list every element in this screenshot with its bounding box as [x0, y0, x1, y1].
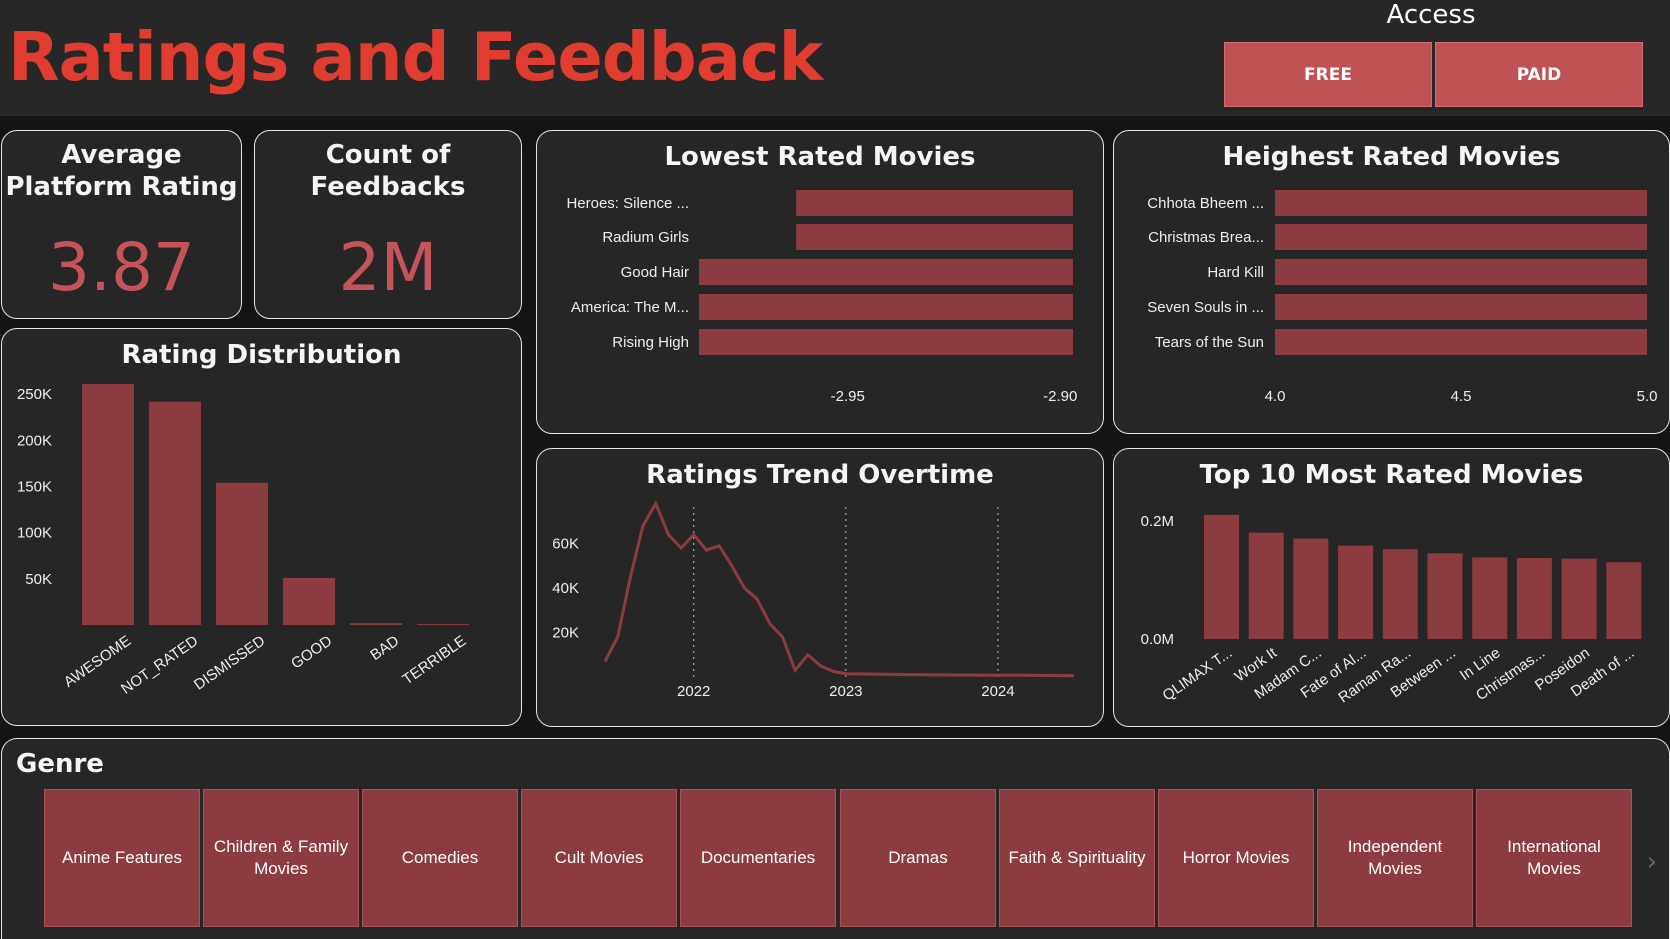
dist-ytick-label: 50K	[25, 571, 52, 588]
top10-bar	[1293, 538, 1329, 639]
dist-ytick-label: 100K	[17, 525, 52, 542]
feedback-count-card: Count of Feedbacks 2M	[254, 130, 522, 319]
hbar	[1275, 259, 1647, 285]
feedback-count-value: 2M	[338, 229, 438, 306]
hbar	[1275, 224, 1647, 250]
low-category-label: Radium Girls	[602, 229, 689, 246]
low-xtick-label: -2.90	[1043, 388, 1077, 405]
access-paid-button[interactable]: PAID	[1435, 42, 1643, 107]
trend-ytick-label: 60K	[552, 536, 579, 553]
dist-bar	[216, 482, 268, 625]
top10-bar	[1338, 545, 1374, 639]
dist-xtick-label: TERRIBLE	[399, 632, 469, 688]
dist-xtick-label: BAD	[367, 632, 402, 664]
top10-bar	[1248, 532, 1284, 639]
top10-bar	[1204, 514, 1239, 639]
genre-tile-anime[interactable]: Anime Features	[44, 789, 200, 927]
low-hbar	[796, 190, 1073, 216]
lowest-rated-chart: Heroes: Silence ... Radium Girls Good Hair…	[566, 190, 1077, 405]
highest-rated-card: Heighest Rated Movies Chhota Bheem ... Ch…	[1113, 130, 1670, 434]
trend-xtick-label: 2024	[981, 683, 1014, 700]
top10-bar	[1427, 553, 1463, 639]
low-hbar	[796, 224, 1073, 250]
highest-rated-chart: Chhota Bheem ... Christmas Brea... Hard Ki…	[1147, 190, 1658, 405]
genre-tile-independent[interactable]: Independent Movies	[1317, 789, 1473, 927]
hbar	[1275, 329, 1647, 355]
top10-chart: 0.2M0.0MQLIMAX T...Work ItMadam C...Fate…	[1141, 513, 1642, 707]
low-hbar	[699, 329, 1073, 355]
hbar-category-label: Seven Souls in ...	[1147, 299, 1264, 316]
genre-tile-children-family[interactable]: Children & Family Movies	[203, 789, 359, 927]
page-title: Ratings and Feedback	[8, 18, 823, 96]
dist-ytick-label: 150K	[17, 479, 52, 496]
genre-card: Genre Anime Features Children & Family M…	[1, 738, 1670, 939]
low-category-label: Good Hair	[621, 264, 689, 281]
top10-ytick-label: 0.2M	[1141, 513, 1174, 530]
hbar-category-label: Tears of the Sun	[1155, 334, 1264, 351]
genre-tile-dramas[interactable]: Dramas	[840, 789, 996, 927]
top10-ytick-label: 0.0M	[1141, 631, 1174, 648]
chevron-right-icon[interactable]: ›	[1647, 847, 1657, 877]
ratings-trend-card: Ratings Trend Overtime 2022 2023 2024 60K 40…	[536, 448, 1104, 727]
top10-card: Top 10 Most Rated Movies 0.2M 0.0M QLIMAX …	[1113, 448, 1670, 727]
low-category-label: Heroes: Silence ...	[566, 195, 689, 212]
header-bar: Ratings and Feedback Access FREE PAID	[0, 0, 1670, 116]
genre-tile-horror[interactable]: Horror Movies	[1158, 789, 1314, 927]
dist-bar	[283, 577, 335, 625]
hbar-category-label: Christmas Brea...	[1148, 229, 1264, 246]
top10-xtick-label: QLIMAX T...	[1160, 644, 1236, 704]
lowest-rated-card: Lowest Rated Movies Heroes: Silence ... R…	[536, 130, 1104, 434]
dist-bar	[149, 401, 201, 625]
genre-tile-documentaries[interactable]: Documentaries	[680, 789, 836, 927]
trend-line	[603, 500, 1075, 678]
hbar-xtick-label: 5.0	[1637, 388, 1658, 405]
hbar	[1275, 294, 1647, 320]
low-category-label: America: The M...	[571, 299, 689, 316]
hbar-xtick-label: 4.0	[1265, 388, 1286, 405]
top10-bar	[1382, 549, 1418, 639]
low-hbar	[699, 259, 1073, 285]
trend-ytick-label: 20K	[552, 625, 579, 642]
avg-rating-card: Average Platform Rating 3.87	[1, 130, 242, 319]
hbar-category-label: Hard Kill	[1207, 264, 1264, 281]
rating-distribution-chart: 250K200K150K100K50KAWESOMENOT_RATEDDISMI…	[17, 384, 469, 698]
trend-xtick-label: 2022	[677, 683, 710, 700]
genre-title: Genre	[16, 749, 104, 779]
hbar	[1275, 190, 1647, 216]
dist-ytick-label: 250K	[17, 386, 52, 403]
low-category-label: Rising High	[612, 334, 689, 351]
top10-bar	[1561, 558, 1597, 639]
access-label: Access	[1386, 0, 1476, 30]
dist-ytick-label: 200K	[17, 432, 52, 449]
avg-rating-title-line1: Average	[61, 140, 182, 170]
dist-xtick-label: DISMISSED	[191, 632, 268, 693]
feedback-count-title-line1: Count of	[325, 140, 451, 170]
genre-tile-faith[interactable]: Faith & Spirituality	[999, 789, 1155, 927]
trend-xtick-label: 2023	[829, 683, 862, 700]
dist-xtick-label: GOOD	[288, 632, 335, 672]
low-xtick-label: -2.95	[831, 388, 865, 405]
avg-rating-title-line2: Platform Rating	[5, 172, 238, 202]
low-hbar	[699, 294, 1073, 320]
top10-bar	[1606, 562, 1642, 639]
genre-tile-international[interactable]: International Movies	[1476, 789, 1632, 927]
access-free-button[interactable]: FREE	[1224, 42, 1432, 107]
genre-tile-cult[interactable]: Cult Movies	[521, 789, 677, 927]
rating-distribution-card: Rating Distribution 250K 200K 150K 100K 50K A…	[1, 328, 522, 726]
dist-bar	[417, 624, 469, 626]
dist-bar	[350, 623, 402, 625]
hbar-xtick-label: 4.5	[1451, 388, 1472, 405]
genre-tile-comedies[interactable]: Comedies	[362, 789, 518, 927]
dist-bar	[82, 384, 134, 625]
trend-ytick-label: 40K	[552, 580, 579, 597]
top10-bar	[1472, 557, 1508, 639]
hbar-category-label: Chhota Bheem ...	[1147, 195, 1264, 212]
ratings-trend-chart: 2022 2023 2024 60K 40K 20K	[552, 500, 1075, 700]
avg-rating-value: 3.87	[48, 229, 195, 306]
top10-bar	[1516, 558, 1552, 639]
feedback-count-title-line2: Feedbacks	[310, 172, 466, 202]
